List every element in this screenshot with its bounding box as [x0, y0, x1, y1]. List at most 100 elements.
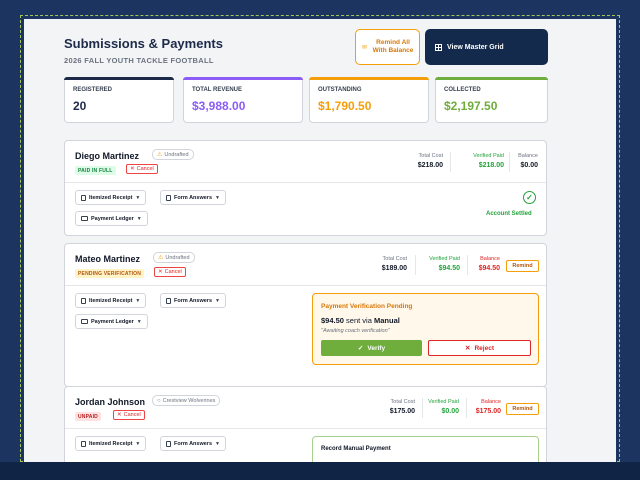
team-tag-label: Undrafted [165, 254, 190, 261]
team-tag-label: Undrafted [164, 151, 189, 158]
chevron-down-icon: ▼ [135, 440, 141, 447]
record-manual-payment-panel: Record Manual Payment [312, 436, 539, 462]
stat-label: OUTSTANDING [318, 87, 362, 93]
cancel-button[interactable]: ✕ Cancel [113, 410, 145, 420]
itemized-receipt-label: Itemized Receipt [89, 440, 133, 447]
document-icon [81, 440, 86, 447]
document-icon [166, 297, 171, 304]
submission-header: Mateo Martinez ⚠ Undrafted PENDING VERIF… [65, 244, 546, 286]
warning-icon: ⚠ [157, 152, 163, 158]
chevron-down-icon: ▼ [215, 440, 220, 447]
total-cost-label: Total Cost [382, 256, 407, 262]
submission-card: Jordan Johnson ○ Crestview Wolverines UN… [64, 386, 547, 462]
shield-icon: ○ [157, 397, 161, 404]
reject-label: Reject [474, 344, 494, 352]
stat-accent-bar [435, 77, 548, 80]
team-tag-label: Crestview Wolverines [162, 397, 216, 404]
verification-sent-via: sent via [346, 316, 372, 325]
stat-value: $2,197.50 [444, 99, 498, 113]
close-icon: ✕ [117, 412, 122, 418]
page-subtitle: 2026 FALL YOUTH TACKLE FOOTBALL [64, 56, 214, 65]
divider [450, 152, 451, 172]
stat-accent-bar [183, 77, 303, 80]
form-answers-button[interactable]: Form Answers ▼ [160, 190, 226, 205]
close-icon: ✕ [158, 269, 163, 275]
itemized-receipt-label: Itemized Receipt [89, 297, 133, 304]
ledger-icon [81, 216, 88, 221]
total-cost-value: $218.00 [417, 162, 443, 169]
form-answers-label: Form Answers [174, 194, 213, 201]
form-answers-button[interactable]: Form Answers ▼ [160, 293, 226, 308]
team-tag: ○ Crestview Wolverines [152, 395, 221, 406]
stat-card-outstanding: OUTSTANDING $1,790.50 [309, 77, 429, 123]
verification-method: Manual [374, 316, 400, 325]
itemized-receipt-label: Itemized Receipt [89, 194, 133, 201]
view-master-grid-label: View Master Grid [447, 43, 504, 51]
view-master-grid-button[interactable]: View Master Grid [425, 29, 548, 65]
payment-ledger-button[interactable]: Payment Ledger ▼ [75, 314, 148, 329]
form-answers-label: Form Answers [174, 297, 213, 304]
total-cost-label: Total Cost [418, 153, 443, 159]
form-answers-label: Form Answers [174, 440, 213, 447]
chevron-down-icon: ▼ [136, 215, 142, 222]
stat-accent-bar [64, 77, 174, 80]
background-band [0, 462, 640, 480]
stat-card-collected: COLLECTED $2,197.50 [435, 77, 548, 123]
player-name: Jordan Johnson [75, 397, 146, 407]
main-panel: Submissions & Payments 2026 FALL YOUTH T… [24, 19, 616, 462]
remind-all-label: Remind All With Balance [372, 38, 414, 55]
remind-button[interactable]: Remind [506, 260, 539, 272]
cancel-button[interactable]: ✕ Cancel [154, 267, 186, 277]
chevron-down-icon: ▼ [135, 194, 141, 201]
submission-header: Jordan Johnson ○ Crestview Wolverines UN… [65, 387, 546, 429]
stat-value: 20 [73, 99, 87, 113]
close-icon: ✕ [465, 345, 471, 352]
account-settled-label: Account Settled [486, 211, 532, 217]
form-answers-button[interactable]: Form Answers ▼ [160, 436, 226, 451]
submission-card: Diego Martinez ⚠ Undrafted PAID IN FULL … [64, 140, 547, 236]
verified-paid-value: $94.50 [438, 265, 460, 272]
total-cost-label: Total Cost [390, 399, 415, 405]
balance-value: $94.50 [478, 265, 500, 272]
status-badge: PAID IN FULL [75, 166, 116, 175]
balance-value: $0.00 [520, 162, 538, 169]
verified-paid: Verified Paid $0.00 [428, 399, 459, 415]
stat-value: $3,988.00 [192, 99, 246, 113]
status-badge: PENDING VERIFICATION [75, 269, 145, 278]
payment-ledger-label: Payment Ledger [91, 318, 134, 325]
balance-value: $175.00 [475, 408, 501, 415]
verified-paid-value: $0.00 [441, 408, 459, 415]
chevron-down-icon: ▼ [135, 297, 141, 304]
total-cost: Total Cost $189.00 [382, 256, 407, 272]
remind-button[interactable]: Remind [506, 403, 539, 415]
close-icon: ✕ [130, 166, 135, 172]
verified-paid-label: Verified Paid [473, 153, 504, 159]
stat-card-total-revenue: TOTAL REVENUE $3,988.00 [183, 77, 303, 123]
chevron-down-icon: ▼ [215, 297, 220, 304]
team-tag: ⚠ Undrafted [152, 149, 194, 160]
divider [509, 152, 510, 172]
status-badge: UNPAID [75, 412, 101, 421]
itemized-receipt-button[interactable]: Itemized Receipt ▼ [75, 293, 147, 308]
stat-label: TOTAL REVENUE [192, 87, 243, 93]
balance: Balance $175.00 [476, 399, 501, 415]
divider [415, 255, 416, 275]
balance: Balance $94.50 [479, 256, 500, 272]
verification-amount-value: $94.50 [321, 316, 344, 325]
verification-title: Payment Verification Pending [321, 303, 413, 310]
balance-label: Balance [518, 153, 538, 159]
remind-all-button[interactable]: ✉ Remind All With Balance [355, 29, 420, 65]
reject-button[interactable]: ✕ Reject [428, 340, 531, 356]
ledger-icon [81, 319, 88, 324]
chevron-down-icon: ▼ [136, 318, 142, 325]
payment-ledger-button[interactable]: Payment Ledger ▼ [75, 211, 148, 226]
document-icon [81, 297, 86, 304]
warning-icon: ⚠ [158, 255, 164, 261]
cancel-button[interactable]: ✕ Cancel [126, 164, 158, 174]
verify-button[interactable]: ✓ Verify [321, 340, 422, 356]
check-icon: ✓ [357, 345, 364, 352]
itemized-receipt-button[interactable]: Itemized Receipt ▼ [75, 190, 147, 205]
verified-paid: Verified Paid $94.50 [429, 256, 460, 272]
itemized-receipt-button[interactable]: Itemized Receipt ▼ [75, 436, 147, 451]
verified-paid: Verified Paid $218.00 [473, 153, 504, 169]
